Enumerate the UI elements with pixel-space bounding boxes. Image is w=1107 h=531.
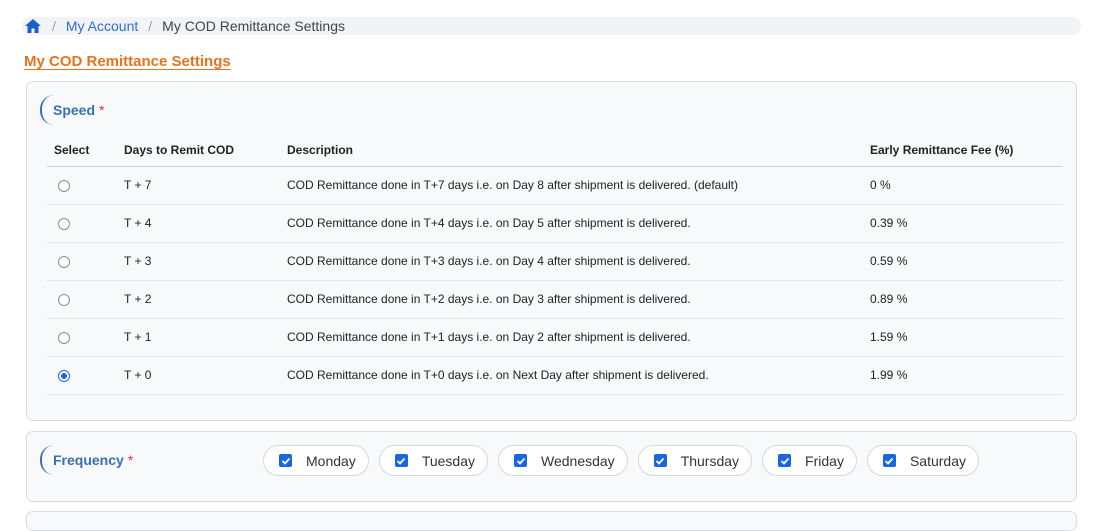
checkbox-icon[interactable] xyxy=(653,454,667,467)
speed-radio[interactable] xyxy=(58,331,70,344)
days-cell: T + 7 xyxy=(117,166,280,205)
day-label: Monday xyxy=(306,452,356,469)
day-label: Wednesday xyxy=(541,452,615,469)
days-cell: T + 2 xyxy=(117,280,280,319)
next-panel xyxy=(26,511,1077,531)
required-mark: * xyxy=(127,452,134,468)
days-cell: T + 1 xyxy=(117,318,280,357)
breadcrumb-separator: / xyxy=(52,18,56,34)
checkbox-icon[interactable] xyxy=(514,454,527,467)
home-icon[interactable] xyxy=(24,18,42,34)
days-cell: T + 0 xyxy=(117,356,280,395)
required-mark: * xyxy=(99,102,105,118)
days-cell: T + 3 xyxy=(117,242,280,281)
fee-cell: 0.39 % xyxy=(863,204,1063,243)
fee-cell: 1.99 % xyxy=(863,356,1063,395)
description-cell: COD Remittance done in T+4 days i.e. on … xyxy=(280,204,863,243)
header-days: Days to Remit COD xyxy=(117,134,280,167)
speed-radio[interactable] xyxy=(58,217,70,230)
breadcrumb-my-account-link[interactable]: My Account xyxy=(66,18,138,34)
day-label: Thursday xyxy=(680,452,740,469)
day-option-saturday[interactable]: Saturday xyxy=(866,445,979,476)
description-cell: COD Remittance done in T+1 days i.e. on … xyxy=(280,318,863,357)
description-cell: COD Remittance done in T+0 days i.e. on … xyxy=(280,356,863,395)
table-row: T + 0 COD Remittance done in T+0 days i.… xyxy=(47,356,1063,395)
table-row: T + 4 COD Remittance done in T+4 days i.… xyxy=(47,204,1063,243)
speed-radio[interactable] xyxy=(58,369,70,382)
day-label: Friday xyxy=(805,452,844,469)
days-cell: T + 4 xyxy=(117,204,280,243)
checkbox-icon[interactable] xyxy=(394,454,408,467)
frequency-section-title: Frequency * xyxy=(40,445,133,475)
description-cell: COD Remittance done in T+7 days i.e. on … xyxy=(280,166,863,205)
speed-title-text: Speed xyxy=(53,102,96,118)
description-cell: COD Remittance done in T+2 days i.e. on … xyxy=(280,280,863,319)
header-select: Select xyxy=(47,134,117,167)
frequency-title-text: Frequency xyxy=(53,452,124,468)
day-option-tuesday[interactable]: Tuesday xyxy=(378,445,488,476)
header-fee: Early Remittance Fee (%) xyxy=(863,134,1063,167)
fee-cell: 0.89 % xyxy=(863,280,1063,319)
speed-radio[interactable] xyxy=(58,293,70,306)
description-cell: COD Remittance done in T+3 days i.e. on … xyxy=(280,242,863,281)
day-option-wednesday[interactable]: Wednesday xyxy=(498,445,628,476)
breadcrumb-separator: / xyxy=(148,18,153,34)
day-option-monday[interactable]: Monday xyxy=(263,445,369,476)
speed-radio[interactable] xyxy=(58,255,70,268)
table-header-row: Select Days to Remit COD Description Ear… xyxy=(47,134,1063,167)
frequency-days: Monday Tuesday Wednesday Thursday Friday… xyxy=(263,445,979,476)
frequency-panel: Frequency * Monday Tuesday Wednesday Thu… xyxy=(26,431,1077,502)
speed-section-title: Speed * xyxy=(40,95,104,125)
checkbox-icon[interactable] xyxy=(778,454,792,467)
fee-cell: 0 % xyxy=(863,166,1063,205)
table-row: T + 3 COD Remittance done in T+3 days i.… xyxy=(47,242,1063,281)
breadcrumb: / My Account / My COD Remittance Setting… xyxy=(22,17,1081,35)
fee-cell: 0.59 % xyxy=(863,242,1063,281)
table-row: T + 2 COD Remittance done in T+2 days i.… xyxy=(47,280,1063,319)
breadcrumb-current: My COD Remittance Settings xyxy=(162,18,345,34)
day-option-friday[interactable]: Friday xyxy=(762,445,857,476)
fee-cell: 1.59 % xyxy=(863,318,1063,357)
checkbox-icon[interactable] xyxy=(279,454,292,467)
table-row: T + 1 COD Remittance done in T+1 days i.… xyxy=(47,318,1063,357)
day-option-thursday[interactable]: Thursday xyxy=(637,445,753,476)
checkbox-icon[interactable] xyxy=(882,454,896,467)
page-title: My COD Remittance Settings xyxy=(24,53,231,70)
header-description: Description xyxy=(280,134,863,167)
day-label: Saturday xyxy=(909,452,966,469)
remittance-speed-table: Select Days to Remit COD Description Ear… xyxy=(47,134,1063,395)
table-row: T + 7 COD Remittance done in T+7 days i.… xyxy=(47,166,1063,205)
day-label: Tuesday xyxy=(421,452,475,469)
speed-panel: Speed * Select Days to Remit COD Descrip… xyxy=(26,81,1077,421)
speed-radio[interactable] xyxy=(58,179,70,192)
